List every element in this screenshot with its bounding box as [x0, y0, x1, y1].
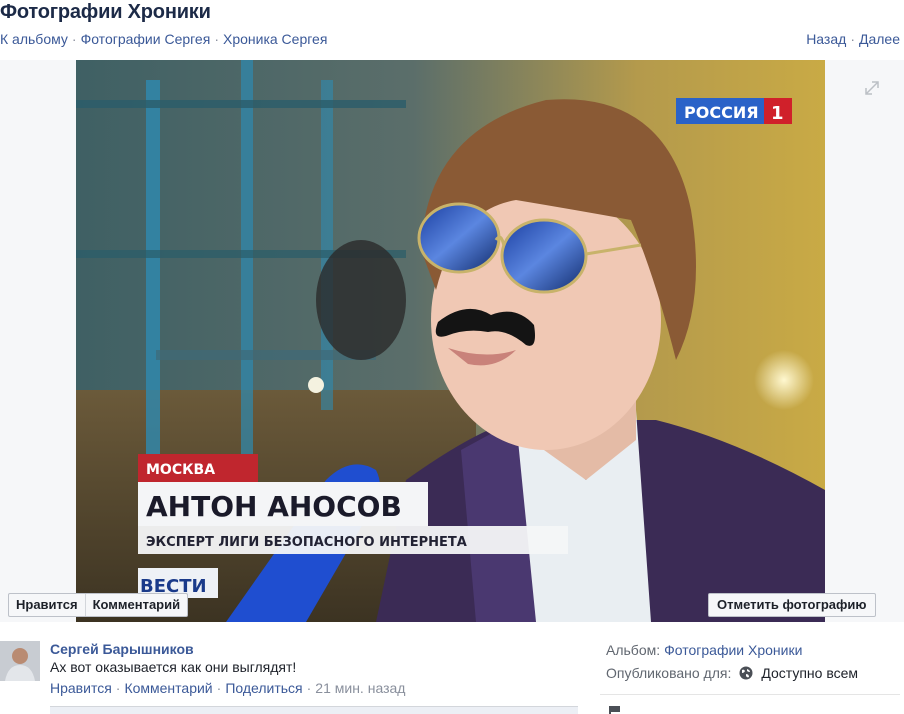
actions-separator: · — [306, 680, 312, 696]
breadcrumb-sergey-photos[interactable]: Фотографии Сергея — [81, 31, 211, 47]
album-link[interactable]: Фотографии Хроники — [664, 642, 802, 658]
actions-separator: · — [115, 680, 121, 696]
info-divider — [600, 694, 900, 695]
comment-share-link[interactable]: Поделиться — [225, 680, 302, 696]
comment-timestamp[interactable]: 21 мин. назад — [315, 680, 405, 696]
like-photo-button[interactable]: Нравится — [9, 594, 85, 616]
flag-icon[interactable] — [608, 706, 622, 714]
photo-image[interactable]: РОССИЯ 1 МОСКВА АНТОН АНОСОВ ЭКСПЕРТ ЛИГ… — [76, 60, 825, 622]
globe-icon[interactable] — [739, 666, 753, 680]
person-name-text: АНТОН АНОСОВ — [146, 490, 402, 523]
nav-back-link[interactable]: Назад — [806, 31, 846, 47]
comment-text: Ах вот оказывается как они выглядят! — [50, 659, 297, 675]
comment-photo-button[interactable]: Комментарий — [84, 594, 188, 616]
photo-navigation: Назад · Далее — [806, 31, 900, 47]
comment-author[interactable]: Сергей Барышников — [50, 641, 194, 657]
comment-actions: Нравится · Комментарий · Поделиться · 21 мин. … — [50, 680, 405, 696]
actions-separator: · — [216, 680, 222, 696]
avatar-image — [0, 641, 40, 681]
comment-like-link[interactable]: Нравится — [50, 680, 112, 696]
location-text: МОСКВА — [146, 462, 215, 478]
breadcrumb: К альбому · Фотографии Сергея · Хроника Серг… — [0, 31, 327, 47]
nav-separator: · — [850, 31, 855, 47]
breadcrumb-separator: · — [71, 31, 77, 47]
avatar[interactable] — [0, 641, 40, 681]
channel-number-text: 1 — [771, 103, 784, 124]
photo-action-group: Нравится Комментарий — [8, 593, 189, 617]
person-caption-text: ЭКСПЕРТ ЛИГИ БЕЗОПАСНОГО ИНТЕРНЕТА — [146, 535, 467, 550]
expand-icon[interactable] — [862, 78, 882, 98]
breadcrumb-separator: · — [214, 31, 219, 47]
comment-input-box[interactable] — [50, 706, 578, 714]
album-label: Альбом: — [606, 642, 661, 658]
audience-value[interactable]: Доступно всем — [761, 665, 858, 681]
tag-photo-button[interactable]: Отметить фотографию — [708, 593, 876, 617]
nav-next-link[interactable]: Далее — [859, 31, 900, 47]
tv-screenshot: РОССИЯ 1 МОСКВА АНТОН АНОСОВ ЭКСПЕРТ ЛИГ… — [76, 60, 825, 622]
breadcrumb-sergey-timeline[interactable]: Хроника Сергея — [223, 31, 327, 47]
comment-reply-link[interactable]: Комментарий — [124, 680, 212, 696]
page-title: Фотографии Хроники — [0, 1, 211, 23]
privacy-info: Опубликовано для: Доступно всем — [606, 665, 858, 681]
album-info: Альбом: Фотографии Хроники — [606, 642, 802, 658]
channel-logo-text: РОССИЯ — [684, 103, 759, 122]
breadcrumb-to-album[interactable]: К альбому — [0, 31, 68, 47]
published-label: Опубликовано для: — [606, 665, 732, 681]
